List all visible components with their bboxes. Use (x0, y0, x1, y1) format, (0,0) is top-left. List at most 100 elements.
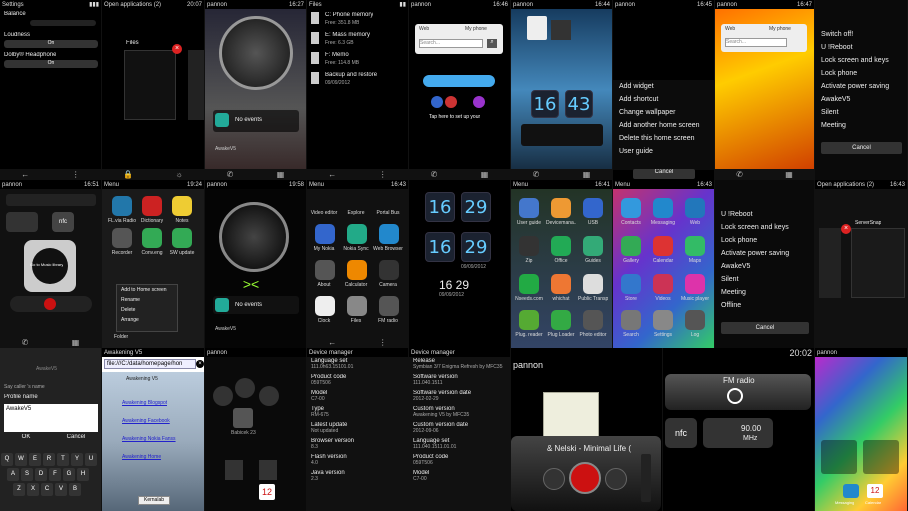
menu-item-power-saving[interactable]: Activate power saving (715, 247, 814, 260)
tab-my-phone[interactable]: My phone (769, 26, 791, 32)
contact-tile[interactable] (821, 440, 857, 474)
messaging-icon[interactable] (653, 198, 673, 218)
url-input[interactable]: file:///C:/data/homepage/hon (104, 359, 196, 369)
contact-avatar[interactable] (225, 460, 243, 480)
dictionary-app-icon[interactable] (142, 196, 162, 216)
usb-icon[interactable] (583, 198, 603, 218)
thumbnail-tile[interactable] (551, 20, 571, 40)
menu-item-meeting[interactable]: Meeting (715, 286, 814, 299)
back-icon[interactable]: ← (21, 170, 29, 179)
key[interactable]: C (41, 483, 53, 496)
radio-widget[interactable] (521, 124, 603, 146)
settings-icon[interactable] (653, 310, 673, 330)
key[interactable]: T (57, 453, 69, 466)
options-icon[interactable]: ⋮ (72, 170, 80, 179)
phone-icon[interactable]: ✆ (736, 170, 743, 179)
contact-avatar[interactable] (233, 408, 253, 428)
link-blogspot[interactable]: Awakening Blogspot (122, 400, 167, 406)
cancel-button[interactable]: Cancel (821, 142, 902, 154)
app-thumbnail-next[interactable] (188, 50, 204, 120)
user-guide-icon[interactable] (519, 198, 539, 218)
music-library-link[interactable]: Go to Music library (30, 262, 63, 267)
shortcut-icon[interactable] (445, 96, 457, 108)
plug-reader-icon[interactable] (519, 310, 539, 330)
profile-name-input[interactable]: AwakeV5 (4, 404, 98, 432)
radio-app-icon[interactable] (112, 196, 132, 216)
clock-icon[interactable] (315, 296, 335, 316)
close-icon[interactable]: × (196, 360, 204, 368)
phone-icon[interactable]: ✆ (431, 170, 438, 179)
menu-item-silent[interactable]: Silent (715, 273, 814, 286)
menu-icon[interactable]: ▦ (481, 170, 489, 179)
about-icon[interactable] (315, 260, 335, 280)
nfc-widget[interactable]: nfc (52, 212, 74, 232)
camera-icon[interactable] (379, 260, 399, 280)
frequency-widget[interactable]: 90.00 MHz (703, 418, 773, 448)
link-nokia-fans[interactable]: Awakening Nokia Fanss (122, 436, 176, 442)
key[interactable]: X (27, 483, 39, 496)
key[interactable]: Y (71, 453, 83, 466)
cancel-button[interactable]: Cancel (54, 434, 98, 444)
fm-radio-icon[interactable] (379, 296, 399, 316)
contacts-icon[interactable] (259, 386, 279, 406)
cancel-button[interactable]: Cancel (721, 322, 809, 334)
menu-item-add-shortcut[interactable]: Add shortcut (613, 93, 714, 106)
converter-app-icon[interactable] (142, 228, 162, 248)
app-thumbnail-files[interactable] (124, 50, 176, 120)
phone-icon[interactable]: ✆ (533, 170, 540, 179)
guides-icon[interactable] (583, 236, 603, 256)
menu-item-user-guide[interactable]: User guide (613, 145, 714, 158)
calendar-icon[interactable] (653, 236, 673, 256)
phone-icon[interactable]: ✆ (227, 170, 234, 179)
folder-label[interactable]: Folder (114, 334, 128, 340)
messaging-icon[interactable] (843, 484, 859, 498)
key[interactable]: D (35, 468, 47, 481)
menu-item-lock-phone[interactable]: Lock phone (815, 67, 907, 80)
search-input[interactable]: Search... (725, 38, 787, 47)
menu-item-meeting[interactable]: Meeting (815, 119, 907, 132)
calendar-shortcut[interactable]: 12 (259, 484, 275, 500)
office-icon[interactable] (551, 236, 571, 256)
key[interactable]: E (29, 453, 41, 466)
menu-item-lock-keys[interactable]: Lock screen and keys (815, 54, 907, 67)
web-icon[interactable] (685, 198, 705, 218)
public-transport-icon[interactable] (583, 274, 603, 294)
menu-item-lock-phone[interactable]: Lock phone (715, 234, 814, 247)
menu-icon[interactable]: ▦ (277, 170, 285, 179)
balance-slider[interactable] (30, 20, 96, 26)
menu-item-delete-home-screen[interactable]: Delete this home screen (613, 132, 714, 145)
fm-radio-widget[interactable]: FM radio (665, 374, 811, 410)
menu-item-add-home-screen[interactable]: Add another home screen (613, 119, 714, 132)
close-icon[interactable]: × (841, 224, 851, 234)
calendar-widget[interactable]: No events (213, 110, 299, 132)
device-manager-icon[interactable] (551, 198, 571, 218)
key[interactable]: F (49, 468, 61, 481)
menu-item-power-saving[interactable]: Activate power saving (815, 80, 907, 93)
key[interactable]: W (15, 453, 27, 466)
menu-item-reboot[interactable]: U !Reboot (715, 208, 814, 221)
log-icon[interactable] (685, 310, 705, 330)
ok-button[interactable]: OK (4, 434, 48, 444)
files-icon[interactable] (347, 296, 367, 316)
setup-hint[interactable]: Tap here to set up your (429, 114, 480, 120)
sun-icon[interactable]: ☼ (175, 170, 182, 179)
menu-item-awake-profile[interactable]: AwakeV5 (715, 260, 814, 273)
previous-icon[interactable] (543, 468, 565, 490)
gallery-icon[interactable] (621, 236, 641, 256)
key[interactable]: A (7, 468, 19, 481)
calculator-icon[interactable] (347, 260, 367, 280)
key[interactable]: G (63, 468, 75, 481)
menu-item-rename[interactable]: Rename (117, 295, 177, 305)
notes-app-icon[interactable] (172, 196, 192, 216)
app-thumbnail-prev[interactable] (819, 228, 841, 298)
contact-tile[interactable] (863, 440, 899, 474)
power-icon[interactable] (727, 388, 743, 404)
key[interactable]: Z (13, 483, 25, 496)
menu-item-silent[interactable]: Silent (815, 106, 907, 119)
menu-item-offline[interactable]: Offline (715, 299, 814, 312)
radio-bar[interactable] (6, 194, 96, 206)
whichat-icon[interactable] (551, 274, 571, 294)
search-icon[interactable] (621, 310, 641, 330)
analog-clock-widget[interactable] (219, 202, 289, 272)
my-nokia-icon[interactable] (315, 224, 335, 244)
